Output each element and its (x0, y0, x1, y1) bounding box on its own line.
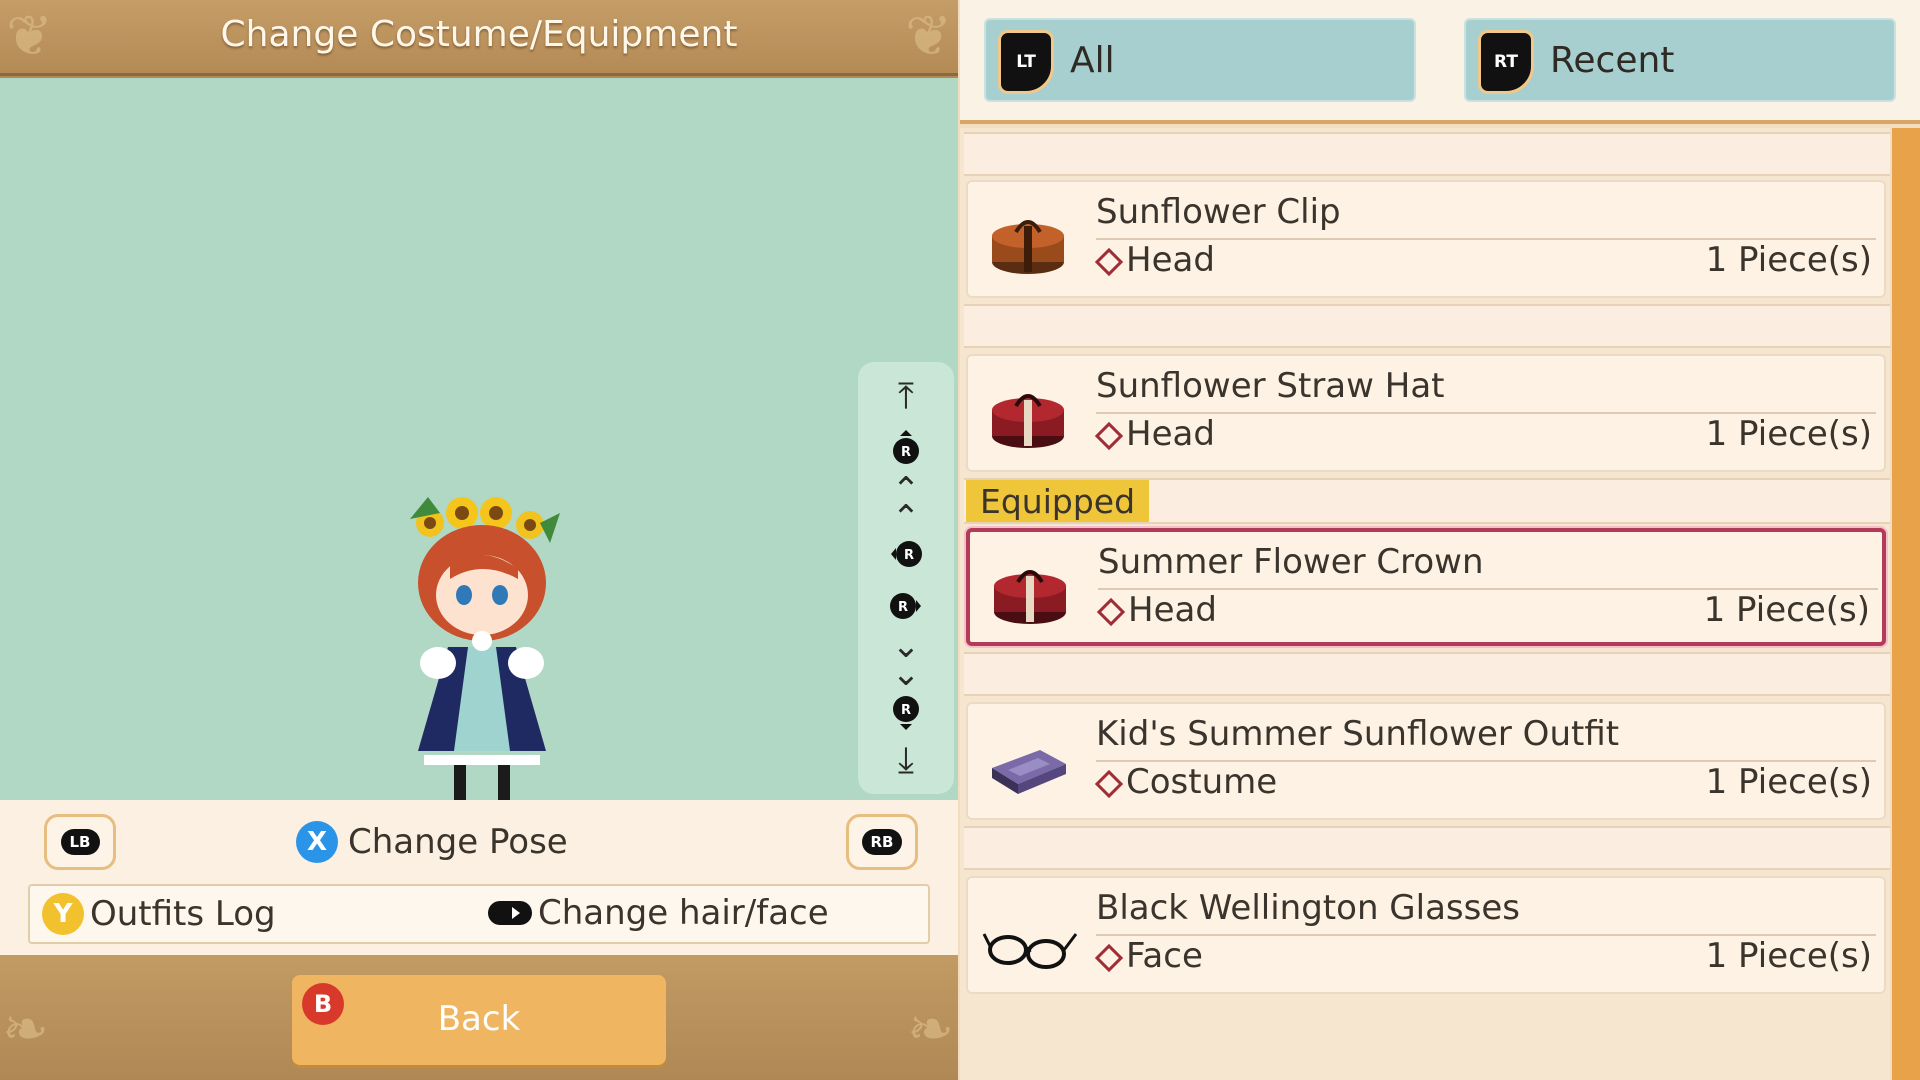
outfits-row: Y Outfits Log Change hair/face (28, 884, 930, 944)
list-item[interactable]: Kid's Summer Sunflower Outfit Costume 1 … (966, 702, 1886, 820)
equipped-badge: Equipped (966, 480, 1150, 522)
list-item[interactable]: Black Wellington Glasses Face 1 Piece(s) (966, 876, 1886, 994)
rb-button[interactable]: RB (846, 814, 918, 870)
red-hatbox-icon (994, 570, 1066, 624)
item-name: Summer Flower Crown (1098, 542, 1878, 590)
scroll-bottom-icon[interactable]: ⤓ (858, 740, 954, 782)
list-divider (964, 132, 1890, 176)
page-up-icon[interactable]: ⌃ ⌃ (858, 473, 954, 535)
right-stick-press-icon (488, 901, 532, 925)
diamond-icon (1094, 943, 1124, 973)
item-name: Black Wellington Glasses (1096, 888, 1876, 936)
list-item[interactable]: Sunflower Clip Head 1 Piece(s) (966, 180, 1886, 298)
page-down-icon[interactable]: ⌄ ⌄ (858, 629, 954, 691)
item-count: 1 Piece(s) (1705, 240, 1872, 280)
list-divider (964, 304, 1890, 348)
item-category: Head (1126, 414, 1215, 454)
tab-recent[interactable]: RT Recent (1464, 18, 1896, 102)
tab-all[interactable]: LT All (984, 18, 1416, 102)
diamond-icon (1094, 421, 1124, 451)
page-title: Change Costume/Equipment (220, 14, 738, 55)
back-label: Back (437, 999, 521, 1039)
item-category: Head (1126, 240, 1215, 280)
brown-hatbox-icon (992, 220, 1064, 274)
item-category: Face (1126, 936, 1203, 976)
list-divider (964, 826, 1890, 870)
preview-panel: ❦ Change Costume/Equipment ❦ ⤒ R ⌃ ⌃ R R… (0, 0, 958, 1080)
control-hints: LB X Change Pose RB Y Outfits Log Change… (0, 800, 958, 955)
item-list: Sunflower Clip Head 1 Piece(s) Sunflower… (960, 128, 1890, 1080)
y-button-icon: Y (42, 893, 84, 935)
svg-text:R: R (904, 548, 914, 563)
glasses-icon (982, 933, 1078, 969)
list-divider (964, 652, 1890, 696)
item-name: Sunflower Straw Hat (1096, 366, 1876, 414)
item-name: Sunflower Clip (1096, 192, 1876, 240)
item-panel: LT All RT Recent Sunflower Clip Head 1 P… (960, 0, 1920, 1080)
costume-box-icon (992, 750, 1066, 794)
svg-text:R: R (901, 703, 911, 718)
item-count: 1 Piece(s) (1705, 414, 1872, 454)
item-category: Costume (1126, 762, 1278, 802)
lt-button-icon: LT (998, 30, 1054, 94)
list-item[interactable]: Sunflower Straw Hat Head 1 Piece(s) (966, 354, 1886, 472)
r-stick-up-icon[interactable]: R (858, 428, 954, 472)
list-item-selected[interactable]: Summer Flower Crown Head 1 Piece(s) (966, 528, 1886, 646)
title-bar: ❦ Change Costume/Equipment ❦ (0, 0, 958, 76)
r-stick-down-icon[interactable]: R (858, 692, 954, 736)
change-hair-face-hint[interactable]: Change hair/face (486, 893, 829, 933)
footer: ❧ B Back ❧ (0, 955, 958, 1080)
r-stick-right-icon[interactable]: R (858, 586, 954, 630)
svg-text:R: R (901, 445, 911, 460)
x-button-icon: X (296, 821, 338, 863)
outfits-log-label: Outfits Log (90, 894, 276, 934)
scrollbar[interactable] (1892, 128, 1920, 1080)
item-count: 1 Piece(s) (1705, 762, 1872, 802)
tab-recent-label: Recent (1550, 40, 1675, 81)
svg-text:R: R (898, 600, 908, 615)
tab-all-label: All (1070, 40, 1115, 81)
diamond-icon (1096, 597, 1126, 627)
item-count: 1 Piece(s) (1703, 590, 1870, 630)
character-viewport[interactable] (0, 78, 958, 835)
change-hair-face-label: Change hair/face (538, 893, 829, 933)
ornament-bottom-right-icon: ❧ (907, 997, 954, 1062)
diamond-icon (1094, 769, 1124, 799)
back-button[interactable]: B Back (292, 975, 666, 1065)
change-pose-hint[interactable]: X Change Pose (296, 818, 568, 866)
item-name: Kid's Summer Sunflower Outfit (1096, 714, 1876, 762)
character-model (410, 497, 560, 835)
scroll-controls: ⤒ R ⌃ ⌃ R R ⌄ ⌄ R ⤓ (858, 362, 954, 794)
ornament-bottom-left-icon: ❧ (2, 997, 49, 1062)
outfits-log-hint[interactable]: Y Outfits Log (42, 893, 276, 935)
change-pose-label: Change Pose (348, 822, 568, 862)
ornament-right-icon: ❦ (905, 4, 952, 69)
lb-button[interactable]: LB (44, 814, 116, 870)
rb-label: RB (861, 829, 903, 855)
diamond-icon (1094, 247, 1124, 277)
lb-label: LB (60, 829, 100, 855)
red-hatbox-icon (992, 394, 1064, 448)
rt-button-icon: RT (1478, 30, 1534, 94)
r-stick-left-icon[interactable]: R (858, 534, 954, 578)
item-count: 1 Piece(s) (1705, 936, 1872, 976)
item-category: Head (1128, 590, 1217, 630)
scroll-top-icon[interactable]: ⤒ (858, 376, 954, 418)
tabs-bar: LT All RT Recent (960, 0, 1920, 124)
